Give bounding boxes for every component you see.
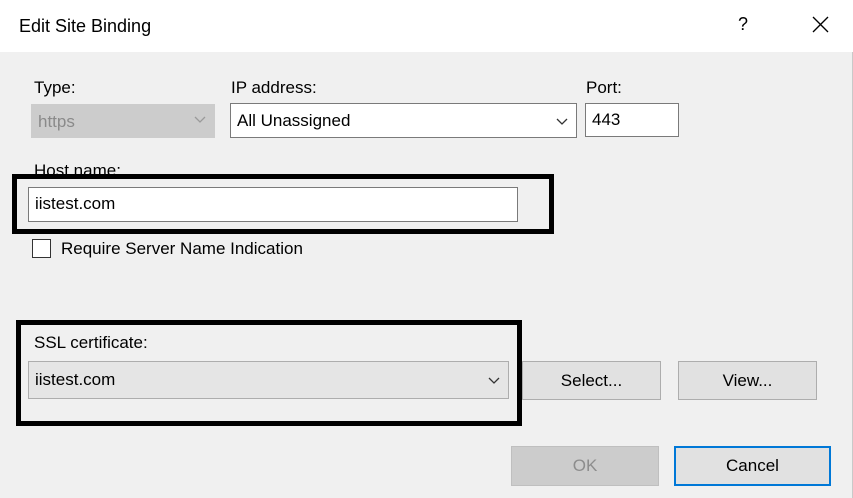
ip-address-value: All Unassigned [237, 111, 351, 130]
close-icon [812, 16, 828, 33]
ok-button[interactable]: OK [511, 446, 659, 486]
close-button[interactable] [800, 6, 840, 42]
cancel-button[interactable]: Cancel [674, 446, 831, 486]
type-combobox: https [31, 104, 215, 138]
port-label: Port: [586, 78, 622, 97]
dialog-title: Edit Site Binding [19, 16, 152, 36]
ssl-certificate-value: iistest.com [35, 370, 116, 389]
ip-address-combobox[interactable]: All Unassigned [230, 103, 577, 138]
select-certificate-button[interactable]: Select... [522, 361, 661, 400]
ip-address-label: IP address: [231, 78, 317, 97]
host-name-label: Host name: [34, 161, 121, 180]
view-certificate-button[interactable]: View... [678, 361, 817, 400]
chevron-down-icon [488, 377, 500, 384]
chevron-down-icon [556, 118, 568, 125]
host-name-value: iistest.com [35, 194, 116, 213]
type-label: Type: [34, 78, 76, 97]
ssl-certificate-label: SSL certificate: [34, 333, 148, 352]
sni-label[interactable]: Require Server Name Indication [61, 239, 303, 259]
chevron-down-icon [194, 116, 206, 123]
type-value: https [38, 112, 75, 131]
title-bar: Edit Site Binding ? [0, 0, 853, 52]
port-input[interactable]: 443 [585, 103, 679, 137]
edit-site-binding-dialog: Edit Site Binding ? Type: https IP addre… [0, 0, 853, 498]
host-name-input[interactable]: iistest.com [28, 187, 518, 222]
sni-checkbox[interactable] [32, 239, 51, 258]
help-button[interactable]: ? [726, 6, 760, 42]
port-value: 443 [592, 110, 621, 129]
ssl-certificate-combobox[interactable]: iistest.com [28, 361, 509, 399]
